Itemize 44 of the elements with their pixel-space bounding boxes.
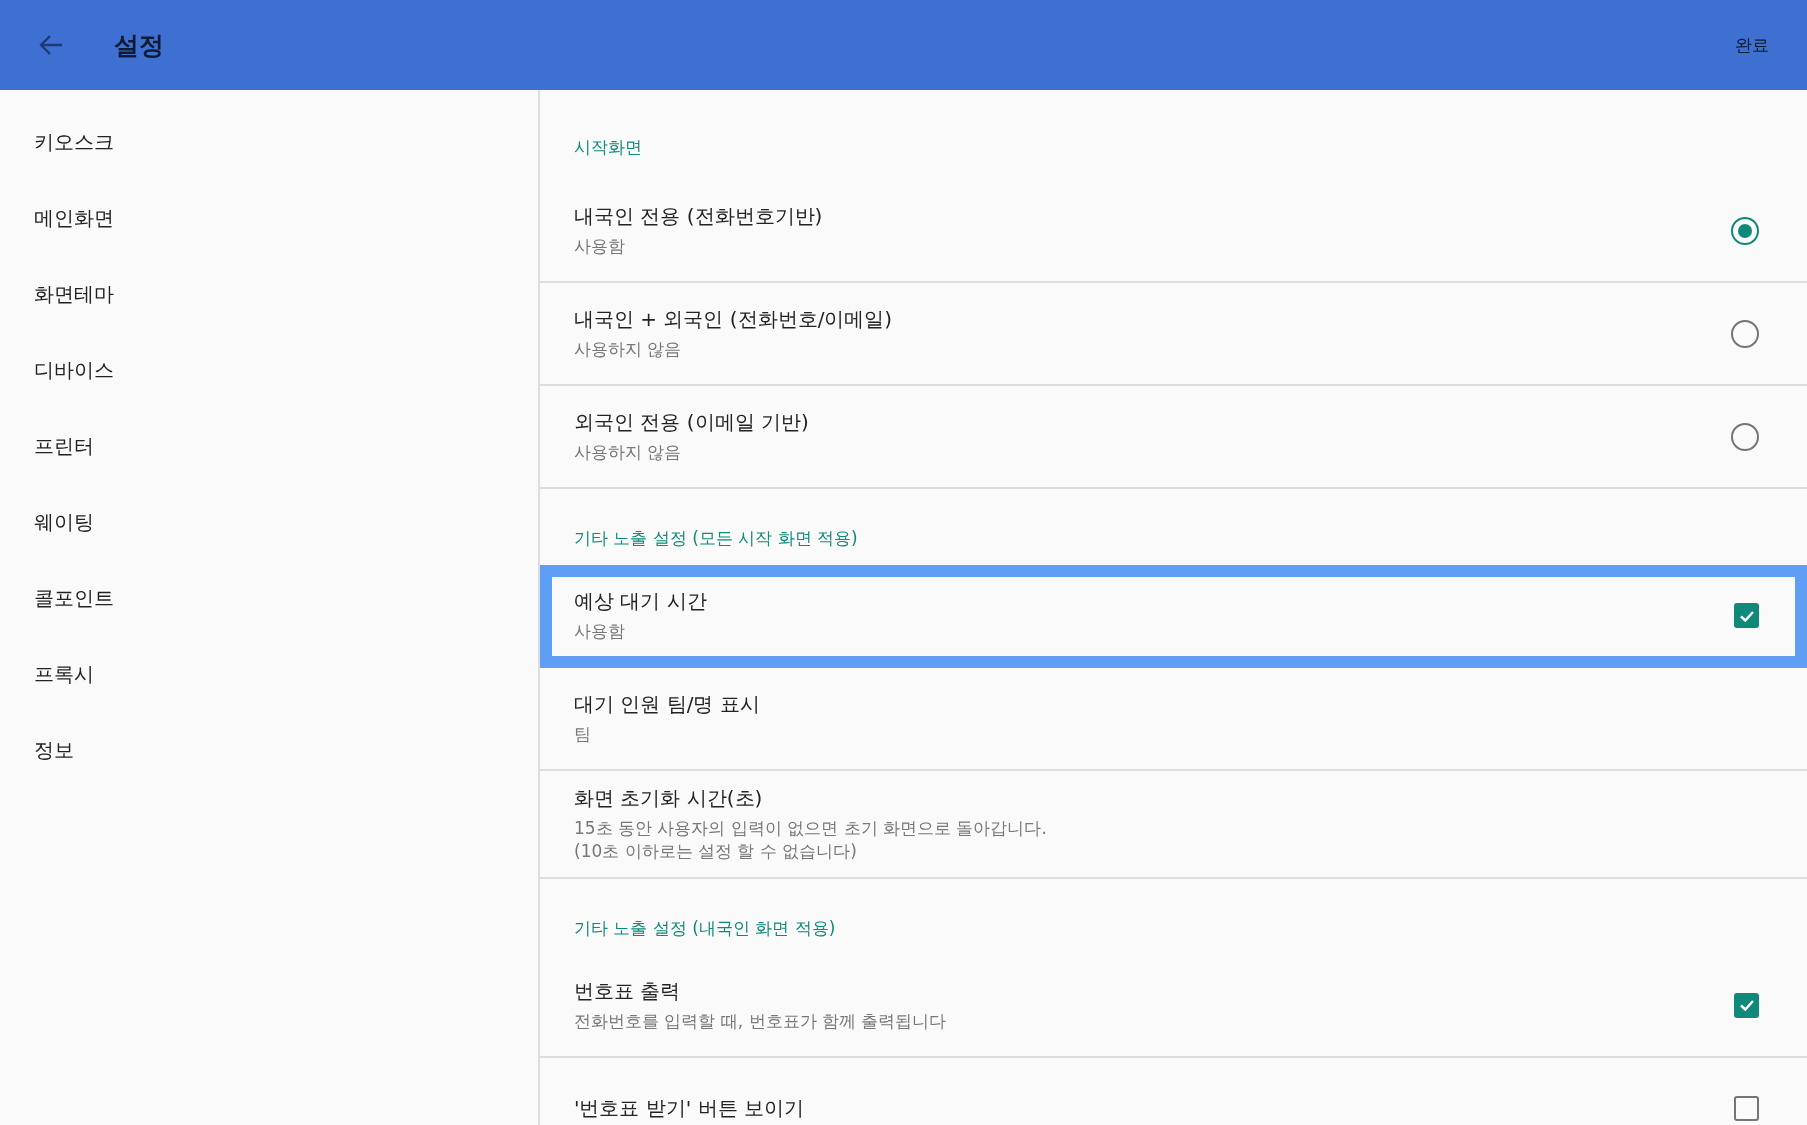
sidebar-item[interactable]: 웨이팅 bbox=[0, 484, 94, 560]
setting-row[interactable]: 내국인 + 외국인 (전화번호/이메일) 사용하지 않음 bbox=[540, 283, 1807, 386]
sidebar-item[interactable]: 화면테마 bbox=[0, 256, 114, 332]
section-header: 시작화면 bbox=[573, 136, 643, 159]
done-button[interactable]: 완료 bbox=[1727, 27, 1777, 63]
setting-title: 내국인 + 외국인 (전화번호/이메일) bbox=[574, 306, 893, 334]
setting-value: 전화번호를 입력할 때, 번호표가 함께 출력됩니다 bbox=[574, 1009, 947, 1033]
setting-value: 사용하지 않음 bbox=[574, 441, 682, 464]
radio-button[interactable] bbox=[1731, 216, 1759, 245]
setting-row[interactable]: 번호표 출력 전화번호를 입력할 때, 번호표가 함께 출력됩니다 bbox=[540, 954, 1807, 1058]
sidebar-item[interactable]: 디바이스 bbox=[0, 332, 114, 408]
setting-title: '번호표 받기' 버튼 보이기 bbox=[574, 1094, 805, 1122]
screen-title: 설정 bbox=[114, 29, 164, 62]
sidebar-item[interactable]: 메인화면 bbox=[0, 180, 114, 256]
sidebar-item[interactable]: 프린터 bbox=[0, 408, 94, 484]
sidebar-item[interactable]: 정보 bbox=[0, 712, 74, 788]
radio-button[interactable] bbox=[1731, 319, 1759, 348]
setting-title: 예상 대기 시간 bbox=[574, 588, 707, 616]
setting-row[interactable]: '번호표 받기' 버튼 보이기 bbox=[540, 1057, 1807, 1125]
section-header: 기타 노출 설정 (모든 시작 화면 적용) bbox=[573, 527, 859, 550]
setting-title: 번호표 출력 bbox=[574, 977, 681, 1005]
setting-row[interactable]: 내국인 전용 (전화번호기반) 사용함 bbox=[540, 180, 1807, 283]
setting-value: 사용함 bbox=[574, 620, 625, 643]
checkbox[interactable] bbox=[1734, 603, 1759, 628]
back-arrow-icon[interactable] bbox=[38, 34, 64, 56]
checkbox[interactable] bbox=[1734, 992, 1759, 1018]
checkbox[interactable] bbox=[1734, 1095, 1759, 1121]
sidebar-item[interactable]: 키오스크 bbox=[0, 104, 114, 180]
setting-title: 외국인 전용 (이메일 기반) bbox=[574, 409, 809, 437]
setting-row[interactable]: 예상 대기 시간 사용함 bbox=[540, 565, 1807, 668]
setting-value: 사용하지 않음 bbox=[574, 338, 682, 361]
section-header: 기타 노출 설정 (내국인 화면 적용) bbox=[573, 916, 837, 940]
setting-title: 내국인 전용 (전화번호기반) bbox=[574, 203, 823, 231]
sidebar-item[interactable]: 콜포인트 bbox=[0, 560, 114, 636]
setting-row[interactable]: 화면 초기화 시간(초) 15초 동안 사용자의 입력이 없으면 초기 화면으로 돌아갑니다. (10초 이하로는 설정 할 수 없습니다) bbox=[540, 771, 1807, 879]
setting-row[interactable]: 대기 인원 팀/명 표시 팀 bbox=[540, 668, 1807, 771]
setting-value: 15초 동안 사용자의 입력이 없으면 초기 화면으로 돌아갑니다. (10초 이하로는 설정 할 수 없습니다) bbox=[574, 817, 1047, 863]
sidebar-item[interactable]: 프록시 bbox=[0, 636, 94, 712]
radio-button[interactable] bbox=[1731, 422, 1759, 451]
setting-value: 사용함 bbox=[574, 235, 625, 258]
setting-row[interactable]: 외국인 전용 (이메일 기반) 사용하지 않음 bbox=[540, 386, 1807, 489]
setting-value: 팀 bbox=[574, 723, 591, 746]
setting-title: 화면 초기화 시간(초) bbox=[574, 785, 763, 812]
setting-title: 대기 인원 팀/명 표시 bbox=[574, 691, 760, 719]
